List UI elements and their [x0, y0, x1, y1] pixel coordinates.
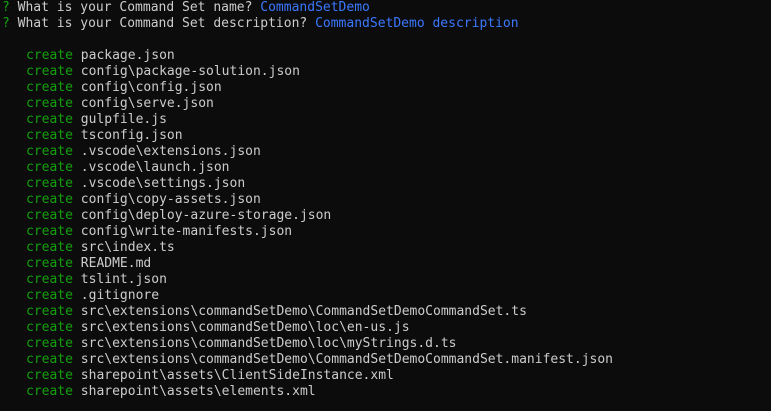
create-label: create: [26, 64, 73, 79]
file-path: src\extensions\commandSetDemo\CommandSet…: [80, 352, 614, 367]
created-file-line: create tslint.json: [2, 272, 771, 288]
created-file-line: create .gitignore: [2, 288, 771, 304]
file-path: sharepoint\assets\ClientSideInstance.xml: [80, 368, 394, 383]
prompt-question: What is your Command Set name?: [9, 0, 261, 15]
created-file-line: create gulpfile.js: [2, 112, 771, 128]
created-file-line: create src\extensions\commandSetDemo\Com…: [2, 304, 771, 320]
prompt-answer: CommandSetDemo: [260, 0, 370, 15]
file-path: src\extensions\commandSetDemo\loc\en-us.…: [80, 320, 410, 335]
file-path: src\extensions\commandSetDemo\loc\myStri…: [80, 336, 457, 351]
file-path: config\copy-assets.json: [80, 192, 261, 207]
created-file-line: create src\extensions\commandSetDemo\Com…: [2, 352, 771, 368]
file-path: src\index.ts: [80, 240, 175, 255]
created-file-line: create .vscode\launch.json: [2, 160, 771, 176]
prompt-line-name: ? What is your Command Set name? Command…: [2, 0, 771, 16]
file-path: config\serve.json: [80, 96, 214, 111]
created-files-list: create package.json create config\package…: [2, 48, 771, 400]
created-file-line: create config\config.json: [2, 80, 771, 96]
created-file-line: create sharepoint\assets\ClientSideInsta…: [2, 368, 771, 384]
file-path: .gitignore: [80, 288, 160, 303]
create-label: create: [26, 224, 73, 239]
create-label: create: [26, 80, 73, 95]
create-label: create: [26, 208, 73, 223]
file-path: README.md: [80, 256, 152, 271]
created-file-line: create config\write-manifests.json: [2, 224, 771, 240]
create-label: create: [26, 384, 73, 399]
create-label: create: [26, 304, 73, 319]
file-path: package.json: [80, 48, 175, 63]
file-path: tsconfig.json: [80, 128, 183, 143]
file-path: src\extensions\commandSetDemo\CommandSet…: [80, 304, 527, 319]
file-path: config\write-manifests.json: [80, 224, 293, 239]
prompt-mark: ?: [2, 0, 10, 15]
create-label: create: [26, 272, 73, 287]
create-label: create: [26, 160, 73, 175]
prompt-line-description: ? What is your Command Set description? …: [2, 16, 771, 32]
file-path: gulpfile.js: [80, 112, 167, 127]
file-path: tslint.json: [80, 272, 167, 287]
create-label: create: [26, 176, 73, 191]
created-file-line: create src\extensions\commandSetDemo\loc…: [2, 336, 771, 352]
create-label: create: [26, 48, 73, 63]
created-file-line: create sharepoint\assets\elements.xml: [2, 384, 771, 400]
created-file-line: create tsconfig.json: [2, 128, 771, 144]
create-label: create: [26, 112, 73, 127]
file-path: config\package-solution.json: [80, 64, 300, 79]
create-label: create: [26, 256, 73, 271]
create-label: create: [26, 320, 73, 335]
file-path: config\deploy-azure-storage.json: [80, 208, 332, 223]
file-path: sharepoint\assets\elements.xml: [80, 384, 316, 399]
file-path: config\config.json: [80, 80, 222, 95]
created-file-line: create config\serve.json: [2, 96, 771, 112]
file-path: .vscode\extensions.json: [80, 144, 261, 159]
terminal-window[interactable]: ? What is your Command Set name? Command…: [0, 0, 771, 411]
file-path: .vscode\settings.json: [80, 176, 246, 191]
created-file-line: create config\package-solution.json: [2, 64, 771, 80]
created-file-line: create config\copy-assets.json: [2, 192, 771, 208]
prompt-question: What is your Command Set description?: [9, 16, 316, 31]
created-file-line: create README.md: [2, 256, 771, 272]
file-path: .vscode\launch.json: [80, 160, 230, 175]
create-label: create: [26, 128, 73, 143]
created-file-line: create .vscode\settings.json: [2, 176, 771, 192]
create-label: create: [26, 352, 73, 367]
create-label: create: [26, 336, 73, 351]
create-label: create: [26, 288, 73, 303]
create-label: create: [26, 192, 73, 207]
created-file-line: create src\index.ts: [2, 240, 771, 256]
create-label: create: [26, 96, 73, 111]
create-label: create: [26, 144, 73, 159]
prompt-answer: CommandSetDemo description: [315, 16, 519, 31]
create-label: create: [26, 368, 73, 383]
created-file-line: create .vscode\extensions.json: [2, 144, 771, 160]
created-file-line: create package.json: [2, 48, 771, 64]
created-file-line: create src\extensions\commandSetDemo\loc…: [2, 320, 771, 336]
prompt-mark: ?: [2, 16, 10, 31]
created-file-line: create config\deploy-azure-storage.json: [2, 208, 771, 224]
create-label: create: [26, 240, 73, 255]
